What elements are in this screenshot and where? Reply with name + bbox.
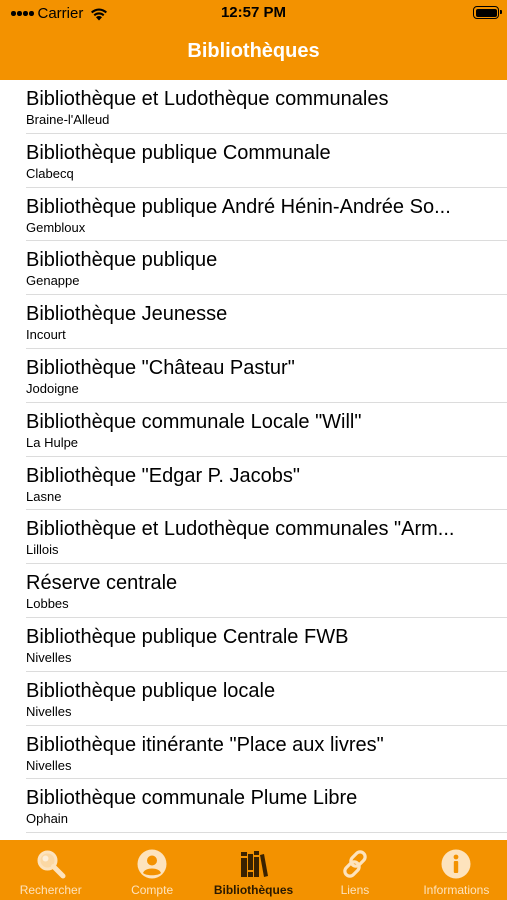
books-icon bbox=[240, 851, 268, 877]
user-icon bbox=[137, 849, 167, 879]
library-city: La Hulpe bbox=[26, 434, 79, 450]
library-list[interactable]: Bibliothèque et Ludothèque communales Br… bbox=[0, 80, 507, 840]
library-city: Genappe bbox=[26, 273, 80, 289]
tab-bar: Rechercher Compte Bibliothèques Liens In… bbox=[0, 840, 507, 900]
library-name: Bibliothèque communale Locale "Will" bbox=[26, 410, 362, 433]
battery-icon bbox=[473, 6, 502, 19]
library-name: Bibliothèque "Edgar P. Jacobs" bbox=[26, 464, 301, 487]
list-item[interactable]: Bibliothèque "Edgar P. Jacobs" Lasne bbox=[0, 457, 507, 511]
list-item[interactable]: Bibliothèque et Ludothèque communales "A… bbox=[0, 510, 507, 564]
screen: Carrier 12:57 PM Bibliothèques Bibliothè… bbox=[0, 0, 507, 900]
library-city: Nivelles bbox=[26, 703, 72, 719]
library-name: Bibliothèque publique Centrale FWB bbox=[26, 625, 349, 648]
library-name: Réserve centrale bbox=[26, 572, 178, 595]
info-icon bbox=[441, 849, 471, 879]
library-city: Clabecq bbox=[26, 165, 74, 181]
library-name: Bibliothèque et Ludothèque communales "A… bbox=[26, 518, 455, 541]
list-item[interactable]: Bibliothèque publique Centrale FWB Nivel… bbox=[0, 618, 507, 672]
tab-label: Bibliothèques bbox=[213, 883, 294, 897]
tab-rechercher[interactable]: Rechercher bbox=[0, 840, 101, 900]
list-item[interactable]: Bibliothèque communale Locale "Will" La … bbox=[0, 403, 507, 457]
list-item[interactable]: Bibliothèque publique André Hénin-Andrée… bbox=[0, 188, 507, 242]
library-city: Lasne bbox=[26, 488, 62, 504]
library-name: Bibliothèque Jeunesse bbox=[26, 303, 228, 326]
library-city: Lillois bbox=[26, 542, 59, 558]
library-city: Lobbes bbox=[26, 596, 69, 612]
tab-compte[interactable]: Compte bbox=[101, 840, 202, 900]
library-name: Bibliothèque publique bbox=[26, 249, 218, 272]
list-item[interactable]: Bibliothèque publique Genappe bbox=[0, 241, 507, 295]
library-city: Gembloux bbox=[26, 219, 86, 235]
library-city: Nivelles bbox=[26, 757, 72, 773]
library-city: Jodoigne bbox=[26, 380, 79, 396]
library-city: Nivelles bbox=[26, 649, 72, 665]
library-name: Bibliothèque et Ludothèque communales bbox=[26, 88, 389, 110]
tab-liens[interactable]: Liens bbox=[304, 840, 405, 900]
tab-label: Rechercher bbox=[19, 883, 82, 897]
library-city: Ophain bbox=[26, 811, 68, 827]
library-name: Bibliothèque itinérante "Place aux livre… bbox=[26, 733, 384, 756]
list-item[interactable]: Bibliothèque itinérante "Place aux livre… bbox=[0, 726, 507, 780]
library-name: Bibliothèque publique André Hénin-Andrée… bbox=[26, 195, 451, 218]
library-name: Bibliothèque publique locale bbox=[26, 679, 276, 702]
tab-label: Compte bbox=[131, 883, 174, 897]
search-icon bbox=[37, 850, 66, 879]
library-city: Incourt bbox=[26, 327, 66, 343]
list-item[interactable]: Bibliothèque publique locale Nivelles bbox=[0, 672, 507, 726]
status-time: 12:57 PM bbox=[220, 4, 287, 21]
link-icon bbox=[343, 850, 367, 878]
library-name: Bibliothèque "Château Pastur" bbox=[26, 356, 295, 379]
list-item[interactable]: Bibliothèque communale Plume Libre Ophai… bbox=[0, 779, 507, 833]
tab-label: Liens bbox=[340, 883, 370, 897]
header: Carrier 12:57 PM Bibliothèques bbox=[0, 0, 507, 80]
library-name: Bibliothèque publique Communale bbox=[26, 141, 331, 164]
tab-informations[interactable]: Informations bbox=[406, 840, 507, 900]
library-city: Braine-l'Alleud bbox=[26, 112, 110, 127]
list-item[interactable]: Bibliothèque "Château Pastur" Jodoigne bbox=[0, 349, 507, 403]
list-item[interactable]: Bibliothèque publique Communale Clabecq bbox=[0, 134, 507, 188]
library-name: Bibliothèque communale Plume Libre bbox=[26, 787, 358, 810]
page-title: Bibliothèques bbox=[187, 40, 320, 62]
list-item[interactable]: Bibliothèque et Ludothèque communales Br… bbox=[0, 80, 507, 134]
tab-label: Informations bbox=[423, 883, 490, 897]
list-item[interactable]: Bibliothèque Jeunesse Incourt bbox=[0, 295, 507, 349]
list-item[interactable]: Réserve centrale Lobbes bbox=[0, 564, 507, 618]
status-bar: Carrier 12:57 PM bbox=[0, 0, 507, 28]
tab-bibliotheques[interactable]: Bibliothèques bbox=[203, 840, 304, 900]
